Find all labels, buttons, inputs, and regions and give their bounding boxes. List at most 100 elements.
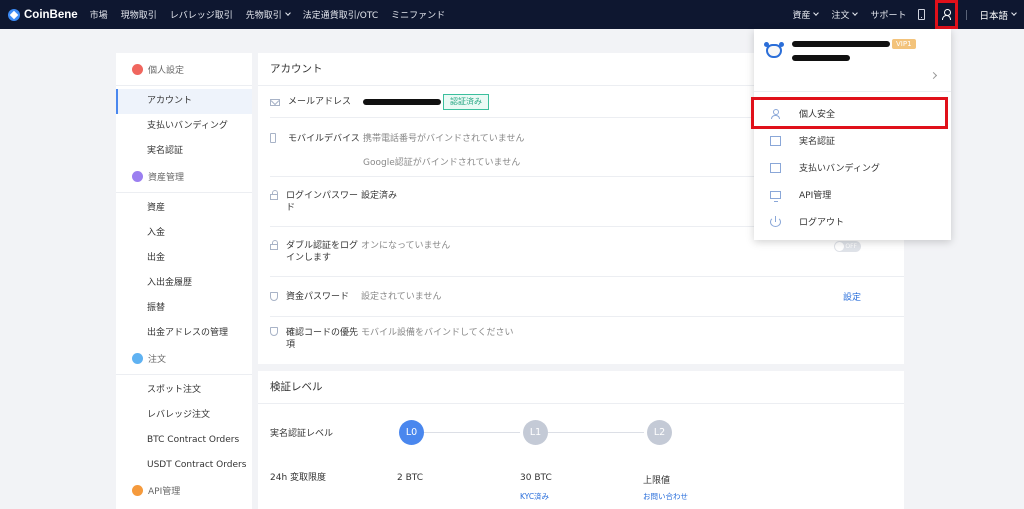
sidebar-item-deposit[interactable]: 入金 — [116, 221, 252, 246]
two-factor-toggle[interactable]: OFF — [834, 241, 861, 252]
level-connector — [424, 432, 520, 433]
sidebar-item-transfer[interactable]: 振替 — [116, 296, 252, 321]
divider — [116, 374, 252, 375]
sidebar-group-label: API管理 — [148, 487, 181, 497]
nav-fiat-otc[interactable]: 法定通貨取引/OTC — [303, 8, 378, 21]
top-nav-right: 資産 注文 サポート 日本語 — [792, 0, 1024, 29]
asset-management-icon — [132, 171, 143, 182]
nav-futures-label: 先物取引 — [245, 11, 282, 21]
sidebar-item-kyc[interactable]: 実名認証 — [116, 139, 252, 164]
contact-us-link[interactable]: お問い合わせ — [643, 491, 688, 502]
power-icon — [770, 215, 781, 227]
sidebar-group-label: 個人設定 — [148, 66, 185, 76]
brand-logo[interactable]: CoinBene — [8, 8, 78, 21]
two-factor-value: オンになっていません — [361, 241, 451, 251]
menu-item-api[interactable]: API管理 — [754, 181, 951, 208]
login-password-label: ログインパスワード — [286, 191, 359, 213]
monitor-icon — [770, 190, 781, 202]
language-selector[interactable]: 日本語 — [979, 8, 1017, 22]
orders-icon — [132, 353, 143, 364]
verification-priority-label: 確認コードの優先項 — [286, 328, 359, 350]
limit-l2: 上限値 — [643, 476, 671, 486]
nav-futures-trading[interactable]: 先物取引 — [245, 8, 291, 21]
set-fund-password-link[interactable]: 設定 — [843, 290, 861, 303]
sidebar-item-margin-orders[interactable]: レバレッジ注文 — [116, 403, 252, 428]
google-unbound-text: Google認証がバインドされていません — [363, 158, 521, 168]
vip-badge: VIP1 — [892, 39, 916, 49]
user-icon — [942, 9, 952, 20]
payment-card-icon — [770, 162, 781, 173]
chevron-down-icon — [852, 10, 859, 16]
level-l0-badge: L0 — [399, 420, 424, 445]
api-icon — [132, 485, 143, 496]
sidebar-item-withdraw[interactable]: 出金 — [116, 246, 252, 271]
verification-priority-value: モバイル設備をバインドしてください — [361, 328, 514, 338]
sidebar-group-label: 注文 — [148, 355, 167, 365]
avatar[interactable] — [764, 40, 784, 60]
mobile-label: モバイルデバイス — [288, 134, 360, 144]
limit-l0: 2 BTC — [397, 473, 424, 483]
shield-icon — [270, 327, 278, 336]
nav-orders-label: 注文 — [831, 11, 850, 21]
sidebar-item-assets[interactable]: 資産 — [116, 196, 252, 221]
nav-market[interactable]: 市場 — [90, 8, 108, 21]
divider — [116, 192, 252, 193]
menu-item-label: ログアウト — [799, 218, 845, 228]
id-card-icon — [770, 135, 781, 146]
level-l1-badge: L1 — [523, 420, 548, 445]
level-connector — [548, 432, 644, 433]
sidebar-item-usdt-contract-orders[interactable]: USDT Contract Orders — [116, 453, 252, 478]
nav-spot-trading[interactable]: 現物取引 — [121, 8, 157, 21]
nav-orders[interactable]: 注文 — [831, 8, 859, 21]
personal-settings-icon — [132, 64, 143, 75]
sidebar-group-assets: 資産管理 — [116, 164, 252, 189]
mobile-app-icon[interactable] — [918, 9, 926, 20]
chevron-down-icon — [284, 10, 291, 16]
menu-item-label: API管理 — [799, 191, 832, 201]
verification-panel-title: 検証レベル — [258, 371, 904, 404]
sidebar-group-orders: 注文 — [116, 346, 252, 371]
redacted-username — [792, 41, 890, 47]
sidebar-group-label: 資産管理 — [148, 173, 185, 183]
fund-password-row: 資金パスワード 設定されていません 設定 — [270, 277, 904, 317]
nav-support[interactable]: サポート — [870, 8, 906, 21]
nav-margin-trading[interactable]: レバレッジ取引 — [170, 8, 233, 21]
sidebar-item-payment-binding[interactable]: 支払いバンディング — [116, 114, 252, 139]
menu-item-kyc[interactable]: 実名認証 — [754, 127, 951, 154]
chevron-right-icon[interactable] — [929, 71, 938, 80]
mobile-value: 携帯電話番号がバインドされていません Google認証がバインドされていません — [363, 133, 524, 176]
coinbene-logo-icon — [8, 8, 20, 21]
redacted-user-id — [792, 55, 850, 61]
verification-priority-row: 確認コードの優先項 モバイル設備をバインドしてください — [270, 317, 904, 364]
redacted-email — [363, 99, 441, 105]
login-password-value: 設定済み — [361, 191, 398, 201]
shield-icon — [270, 292, 278, 301]
fund-password-value: 設定されていません — [361, 291, 442, 302]
user-menu-button[interactable] — [935, 0, 959, 29]
nav-divider — [966, 9, 968, 20]
divider — [754, 91, 951, 92]
language-label: 日本語 — [979, 10, 1008, 22]
sidebar-item-btc-contract-orders[interactable]: BTC Contract Orders — [116, 428, 252, 453]
menu-item-payment-binding[interactable]: 支払いバンディング — [754, 154, 951, 181]
menu-item-label: 支払いバンディング — [799, 164, 880, 174]
nav-assets[interactable]: 資産 — [792, 8, 820, 21]
sidebar-group-personal: 個人設定 — [116, 57, 252, 82]
sidebar-item-spot-orders[interactable]: スポット注文 — [116, 378, 252, 403]
kyc-done-link[interactable]: KYC済み — [520, 491, 549, 502]
chevron-down-icon — [813, 10, 820, 16]
sidebar-item-account[interactable]: アカウント — [116, 89, 252, 114]
lock-icon — [270, 240, 278, 250]
toggle-label: OFF — [845, 243, 857, 250]
fund-password-label: 資金パスワード — [286, 291, 350, 302]
sidebar-group-api[interactable]: API管理 — [116, 478, 252, 503]
menu-item-logout[interactable]: ログアウト — [754, 208, 951, 235]
sidebar-item-withdraw-address[interactable]: 出金アドレスの管理 — [116, 321, 252, 346]
email-label: メールアドレス — [288, 97, 352, 107]
limit-l1: 30 BTC — [520, 473, 552, 483]
sidebar-item-history[interactable]: 入出金履歴 — [116, 271, 252, 296]
user-dropdown-menu: VIP1 個人安全 実名認証 支払いバンディング API管理 ログアウト — [754, 29, 951, 240]
cow-avatar-icon — [766, 44, 782, 58]
kyc-level-label: 実名認証レベル — [270, 429, 334, 439]
nav-mini-fund[interactable]: ミニファンド — [391, 8, 445, 21]
